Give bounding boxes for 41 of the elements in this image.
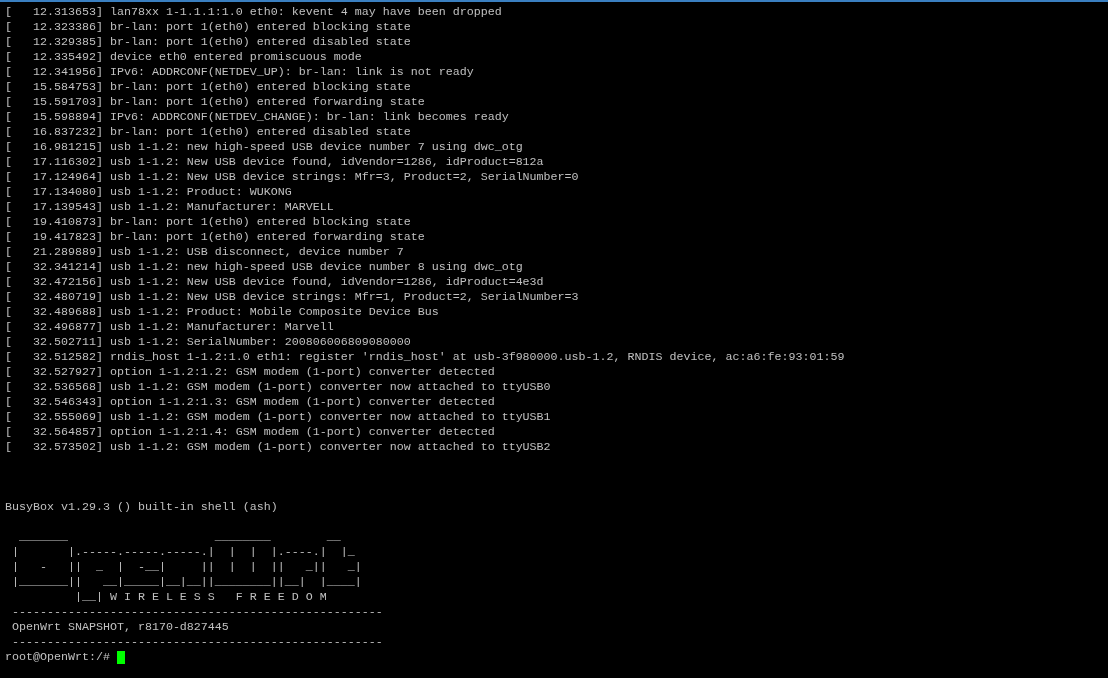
- console-line: [ 12.341956] IPv6: ADDRCONF(NETDEV_UP): br-lan: link is not ready: [5, 65, 474, 80]
- console-line: [ 32.546343] option 1-1.2:1.3: GSM modem (1-port) converter detected: [5, 395, 495, 410]
- dashed-rule: -----------------------------------------------------: [11, 635, 383, 650]
- shell-prompt: root@OpenWrt:/#: [5, 650, 111, 665]
- console-line: [ 32.527927] option 1-1.2:1.2: GSM modem (1-port) converter detected: [5, 365, 495, 380]
- console-line: [ 16.981215] usb 1-1.2: new high-speed USB device number 7 using dwc_otg: [5, 140, 523, 155]
- ascii-banner-line: | |.-----.-----.-----.| | | |.----.| |_: [11, 545, 355, 560]
- console-line: [ 32.502711] usb 1-1.2: SerialNumber: 200806006809080000: [5, 335, 411, 350]
- console-line: [ 32.564857] option 1-1.2:1.4: GSM modem (1-port) converter detected: [5, 425, 495, 440]
- ascii-banner-line: | - || _ | -__| || | | || _|| _|: [11, 560, 362, 575]
- console-line: [ 32.472156] usb 1-1.2: New USB device found, idVendor=1286, idProduct=4e3d: [5, 275, 544, 290]
- console-line: [ 21.289889] usb 1-1.2: USB disconnect, device number 7: [5, 245, 404, 260]
- console-line: [ 32.555069] usb 1-1.2: GSM modem (1-port) converter now attached to ttyUSB1: [5, 410, 551, 425]
- console-line: [ 17.124964] usb 1-1.2: New USB device strings: Mfr=3, Product=2, SerialNumber=0: [5, 170, 579, 185]
- console-line: [ 16.837232] br-lan: port 1(eth0) entered disabled state: [5, 125, 411, 140]
- console-line: [ 17.116302] usb 1-1.2: New USB device found, idVendor=1286, idProduct=812a: [5, 155, 544, 170]
- console-line: BusyBox v1.29.3 () built-in shell (ash): [5, 500, 278, 515]
- ascii-banner-line: |_______|| __|_____|__|__||________||__| |____|: [11, 575, 362, 590]
- console-line: [ 15.584753] br-lan: port 1(eth0) entered blocking state: [5, 80, 411, 95]
- console-line: [ 12.313653] lan78xx 1-1.1.1:1.0 eth0: kevent 4 may have been dropped: [5, 5, 502, 20]
- console-line: [ 12.323386] br-lan: port 1(eth0) entered blocking state: [5, 20, 411, 35]
- console-line: [ 19.410873] br-lan: port 1(eth0) entered blocking state: [5, 215, 411, 230]
- console-line: [ 17.139543] usb 1-1.2: Manufacturer: MARVELL: [5, 200, 334, 215]
- console-line: [ 32.480719] usb 1-1.2: New USB device strings: Mfr=1, Product=2, SerialNumber=3: [5, 290, 579, 305]
- console-line: [ 32.573502] usb 1-1.2: GSM modem (1-port) converter now attached to ttyUSB2: [5, 440, 551, 455]
- console-line: [ 32.496877] usb 1-1.2: Manufacturer: Marvell: [5, 320, 334, 335]
- console-line: [ 12.335492] device eth0 entered promiscuous mode: [5, 50, 362, 65]
- console-line: [ 15.598894] IPv6: ADDRCONF(NETDEV_CHANGE): br-lan: link becomes ready: [5, 110, 509, 125]
- console-line: [ 19.417823] br-lan: port 1(eth0) entered forwarding state: [5, 230, 425, 245]
- console-line: [ 32.512582] rndis_host 1-1.2:1.0 eth1: register 'rndis_host' at usb-3f980000.usb-1.2, RNDIS device, ac:a6:fe:93:01:59: [5, 350, 845, 365]
- text-cursor: [116, 651, 125, 664]
- console-line: [ 32.536568] usb 1-1.2: GSM modem (1-port) converter now attached to ttyUSB0: [5, 380, 551, 395]
- console-line: [ 17.134080] usb 1-1.2: Product: WUKONG: [5, 185, 292, 200]
- console-line: [ 32.341214] usb 1-1.2: new high-speed USB device number 8 using dwc_otg: [5, 260, 523, 275]
- console-line: OpenWrt SNAPSHOT, r8170-d827445: [11, 620, 229, 635]
- console-line: [ 32.489688] usb 1-1.2: Product: Mobile Composite Device Bus: [5, 305, 439, 320]
- ascii-banner-line: |__| W I R E L E S S F R E E D O M: [73, 590, 327, 605]
- ascii-banner-line: _______ ________ __: [18, 530, 341, 545]
- console-line: [ 15.591703] br-lan: port 1(eth0) entered forwarding state: [5, 95, 425, 110]
- dashed-rule: -----------------------------------------------------: [11, 605, 383, 620]
- console-line: [ 12.329385] br-lan: port 1(eth0) entered disabled state: [5, 35, 411, 50]
